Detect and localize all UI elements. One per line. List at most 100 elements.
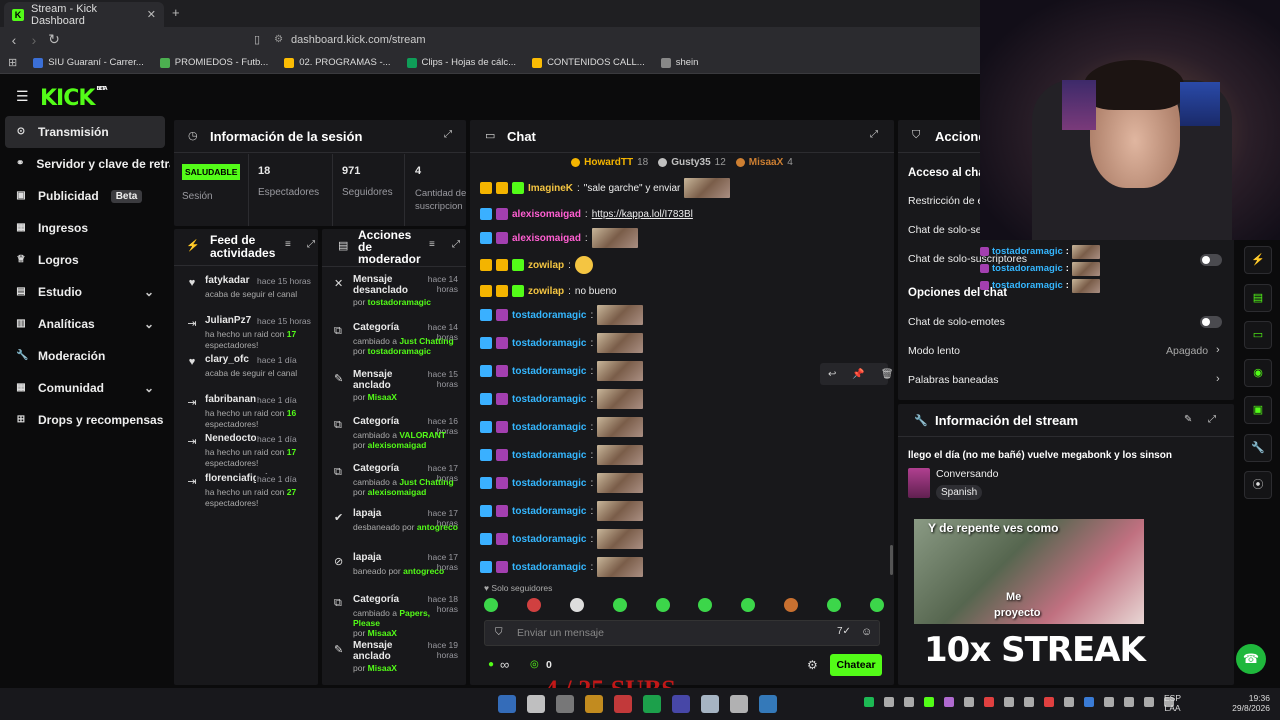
- forward-icon[interactable]: ›: [24, 32, 44, 48]
- tray-icon[interactable]: [1044, 697, 1054, 707]
- taskbar-app-icon[interactable]: [527, 695, 545, 713]
- menu-icon[interactable]: ☰: [16, 88, 29, 105]
- send-chat-button[interactable]: Chatear: [830, 654, 882, 676]
- quick-emote-icon[interactable]: [569, 598, 584, 612]
- quick-emote-icon[interactable]: [741, 598, 756, 612]
- chat-scrollbar[interactable]: [890, 545, 893, 575]
- tray-icon[interactable]: [964, 697, 974, 707]
- taskbar-app-icon[interactable]: [614, 695, 632, 713]
- solo-se-row[interactable]: Chat de solo-se: [908, 224, 982, 236]
- expand-icon[interactable]: ⤢: [1208, 414, 1216, 425]
- sidebar-item-9[interactable]: ⊞ Drops y recompensas: [0, 404, 170, 436]
- tray-icon[interactable]: [1064, 697, 1074, 707]
- site-info-icon[interactable]: ⚙: [274, 34, 283, 45]
- sidebar-item-3[interactable]: ▦ Ingresos: [0, 212, 170, 244]
- browser-tab[interactable]: K Stream - Kick Dashboard ✕: [4, 2, 164, 27]
- emote-only-row[interactable]: Chat de solo-emotes: [908, 316, 1005, 328]
- mod-action-highlight2[interactable]: alexisomaigad: [368, 487, 427, 497]
- url-field[interactable]: dashboard.kick.com/stream: [291, 34, 426, 46]
- chat-username[interactable]: tostadoramagic: [512, 562, 586, 573]
- new-tab-icon[interactable]: +: [172, 5, 180, 20]
- banned-words-row[interactable]: Palabras baneadas: [908, 374, 999, 386]
- reply-icon[interactable]: ↩: [828, 369, 836, 380]
- bookmark-item[interactable]: SIU Guaraní - Carrer...: [33, 57, 144, 68]
- edit-icon[interactable]: ✎: [1184, 414, 1192, 425]
- restriction-row[interactable]: Restricción de e: [908, 195, 983, 207]
- chevron-down-icon[interactable]: ⌄: [144, 317, 154, 331]
- slow-mode-row[interactable]: Modo lento: [908, 345, 960, 357]
- quick-emote-icon[interactable]: [612, 598, 627, 612]
- chevron-down-icon[interactable]: ⌄: [144, 285, 154, 299]
- reload-icon[interactable]: ↻: [44, 31, 64, 48]
- people-icon[interactable]: ⦿: [1244, 471, 1272, 499]
- expand-icon[interactable]: ⤢: [870, 129, 878, 140]
- quick-emote-icon[interactable]: [827, 598, 841, 612]
- mod-action-highlight[interactable]: Just Chatting: [399, 477, 453, 487]
- quick-emote-icon[interactable]: [655, 598, 670, 612]
- subs-only-toggle[interactable]: [1200, 254, 1222, 266]
- activity-user[interactable]: fatykadar: [205, 275, 249, 286]
- category-label[interactable]: Conversando: [936, 468, 998, 480]
- pin-icon[interactable]: 📌: [852, 369, 864, 380]
- tray-icon[interactable]: [944, 697, 954, 707]
- chat-username[interactable]: tostadoramagic: [512, 422, 586, 433]
- quick-emote-icon[interactable]: [784, 598, 799, 612]
- chat-username[interactable]: tostadoramagic: [512, 534, 586, 545]
- taskbar-app-icon[interactable]: [672, 695, 690, 713]
- chat-username[interactable]: zowilap: [528, 286, 564, 297]
- taskbar-app-icon[interactable]: [759, 695, 777, 713]
- tray-icon[interactable]: [1104, 697, 1114, 707]
- mod-action-highlight[interactable]: MisaaX: [368, 392, 397, 402]
- sidebar-item-7[interactable]: 🔧 Moderación: [0, 340, 170, 372]
- bookmark-item[interactable]: 02. PROGRAMAS -...: [284, 57, 391, 68]
- expand-icon[interactable]: ⤢: [452, 239, 460, 250]
- filter-icon[interactable]: ≡: [429, 239, 435, 250]
- tray-icon[interactable]: [904, 697, 914, 707]
- message-input[interactable]: ⛉ Enviar un mensaje 7✓ ☺: [484, 620, 880, 646]
- sidebar-item-0[interactable]: ⊙ Transmisión: [5, 116, 165, 148]
- mod-action-highlight[interactable]: tostadoramagic: [368, 297, 431, 307]
- smiley-icon[interactable]: ☺: [861, 626, 872, 638]
- chat-username[interactable]: tostadoramagic: [512, 310, 586, 321]
- apps-icon[interactable]: ⊞: [8, 56, 17, 69]
- activity-user[interactable]: clary_ofc: [205, 354, 249, 365]
- chat-username[interactable]: tostadoramagic: [512, 506, 586, 517]
- chat-username[interactable]: tostadoramagic: [512, 478, 586, 489]
- mod-action-highlight[interactable]: VALORANT: [399, 430, 446, 440]
- taskbar-app-icon[interactable]: [585, 695, 603, 713]
- quick-emote-icon[interactable]: [869, 598, 884, 612]
- record-icon[interactable]: ◉: [1244, 358, 1272, 387]
- browser-icon[interactable]: ▣: [1244, 396, 1272, 424]
- bookmark-item[interactable]: PROMIEDOS - Futb...: [159, 57, 268, 68]
- expand-icon[interactable]: ⤢: [444, 129, 452, 140]
- language-indicator[interactable]: ESP LAA: [1164, 693, 1181, 713]
- taskbar-app-icon[interactable]: [701, 695, 719, 713]
- mod-action-highlight[interactable]: antogreco: [417, 522, 458, 532]
- chat-username[interactable]: tostadoramagic: [512, 450, 586, 461]
- mod-action-highlight2[interactable]: alexisomaigad: [368, 440, 427, 450]
- close-tab-icon[interactable]: ✕: [147, 8, 156, 21]
- chat-username[interactable]: alexisomaigad: [512, 209, 581, 220]
- activity-user[interactable]: JulianPz7: [205, 315, 251, 326]
- mod-action-highlight[interactable]: antogreco: [403, 566, 444, 576]
- sidebar-item-1[interactable]: ⚭ Servidor y clave de retransmisión: [0, 148, 170, 180]
- taskbar-app-icon[interactable]: [556, 695, 574, 713]
- mod-action-highlight[interactable]: Just Chatting: [399, 336, 453, 346]
- taskbar-app-icon[interactable]: [643, 695, 661, 713]
- sidebar-item-6[interactable]: ▥ Analíticas ⌄: [0, 308, 170, 340]
- tray-icon[interactable]: [1124, 697, 1134, 707]
- quick-emote-icon[interactable]: [484, 598, 498, 612]
- mod-action-highlight[interactable]: MisaaX: [368, 663, 397, 673]
- quick-emote-icon[interactable]: [698, 598, 713, 612]
- sidebar-item-8[interactable]: ▦ Comunidad ⌄: [0, 372, 170, 404]
- sidebar-item-5[interactable]: ▤ Estudio ⌄: [0, 276, 170, 308]
- bookmark-item[interactable]: CONTENIDOS CALL...: [532, 57, 645, 68]
- sidebar-item-2[interactable]: ▣ Publicidad Beta: [0, 180, 170, 212]
- sidebar-item-4[interactable]: ♕ Logros: [0, 244, 170, 276]
- top-gifter[interactable]: HowardTT 18: [571, 157, 648, 168]
- emote-only-toggle[interactable]: [1200, 316, 1222, 328]
- wrench-icon[interactable]: 🔧: [1244, 433, 1272, 462]
- back-icon[interactable]: ‹: [4, 32, 24, 48]
- bookmark-item[interactable]: shein: [660, 57, 698, 68]
- tray-icon[interactable]: [884, 697, 894, 707]
